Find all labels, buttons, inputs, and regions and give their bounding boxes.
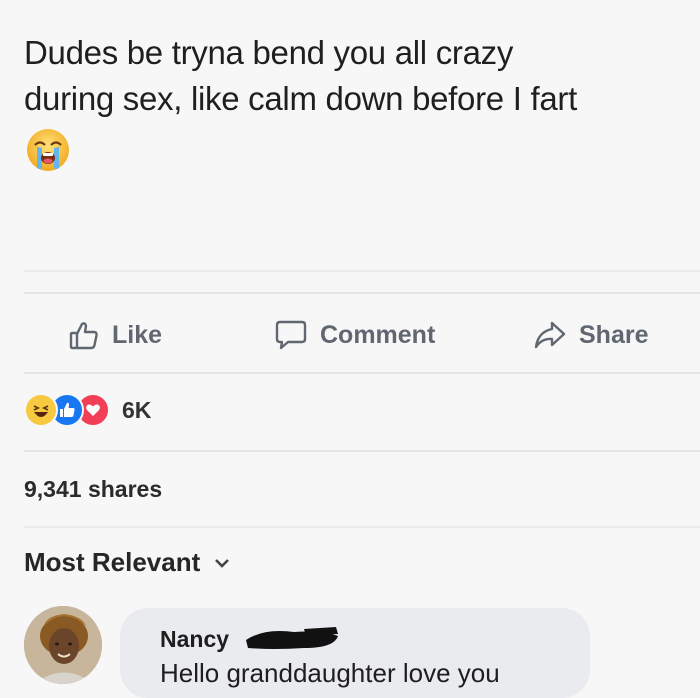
comment-sort-dropdown[interactable]: Most Relevant [24,547,230,578]
loudly-crying-face-emoji-icon [27,129,69,171]
comment: Nancy Hello granddaughter love you [24,604,700,698]
comment-label: Comment [320,320,436,349]
sort-label: Most Relevant [24,547,201,577]
action-bar: Like Comment Share [0,305,700,365]
comment-button[interactable]: Comment [274,305,435,365]
comment-bubble: Nancy Hello granddaughter love you [120,608,590,698]
post-text: Dudes be tryna bend you all crazy during… [24,30,694,176]
haha-reaction-icon [24,393,58,427]
thumbs-up-icon [69,322,98,350]
divider-top-1 [24,270,700,272]
divider-top-2 [24,292,700,294]
share-arrow-icon [534,321,566,349]
post-line-2: during sex, like calm down before I fart [24,80,577,117]
reaction-summary[interactable]: 6K [24,392,151,428]
avatar[interactable] [24,606,102,684]
divider-shares-bottom [24,526,700,528]
comment-text: Hello granddaughter love you [160,658,500,688]
share-count[interactable]: 9,341 shares [24,476,162,503]
share-button[interactable]: Share [533,305,648,365]
comment-bubble-icon [275,320,307,350]
like-button[interactable]: Like [68,305,162,365]
reaction-count: 6K [122,396,152,423]
like-label: Like [112,320,163,349]
redaction-mark [246,627,338,649]
comment-author[interactable]: Nancy [160,626,229,653]
divider-reactions-bottom [24,450,700,452]
divider-actions-bottom [24,372,700,374]
chevron-down-icon [215,558,230,568]
post-line-1: Dudes be tryna bend you all crazy [24,34,514,71]
share-label: Share [579,320,649,349]
